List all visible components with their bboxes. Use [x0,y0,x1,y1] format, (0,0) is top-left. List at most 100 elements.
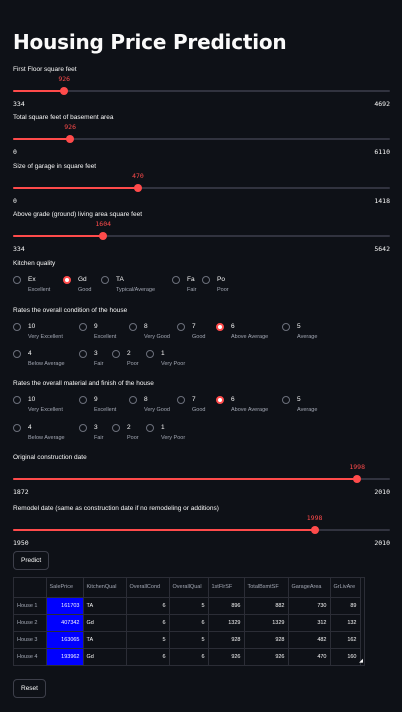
slider-thumb[interactable] [133,184,142,192]
radio-option-overall-condition-3[interactable]: 3 Fair [79,349,103,369]
radio-option-kitchen-quality-gd[interactable]: Gd Good [63,275,91,295]
year-built-slider[interactable]: 1998 1872 2010 [13,460,390,496]
table-column-header[interactable]: OverallCond [126,578,170,598]
radio-option-kitchen-quality-ex[interactable]: Ex Excellent [13,275,50,295]
radio-circle-icon[interactable] [129,396,137,404]
table-cell-saleprice: 161703 [46,597,84,615]
table-column-header[interactable]: KitchenQual [83,578,127,598]
slider-thumb[interactable] [353,475,362,483]
radio-option-overall-condition-5[interactable]: 5 Average [282,322,317,342]
slider-max: 5642 [374,245,390,253]
prediction-table[interactable]: SalePrice KitchenQual OverallCond OverallQu… [13,577,365,666]
radio-option-label: 4 [28,424,32,431]
radio-option-overall-quality-7[interactable]: 7 Good [177,395,205,415]
radio-circle-icon[interactable] [13,276,21,284]
resize-handle-icon[interactable]: ◢ [359,658,363,664]
radio-circle-icon[interactable] [101,276,109,284]
slider-min: 0 [13,148,17,156]
radio-option-caption: Poor [127,361,139,367]
radio-option-overall-condition-2[interactable]: 2 Poor [112,349,139,369]
radio-option-overall-quality-1[interactable]: 1 Very Poor [146,423,185,443]
radio-option-overall-condition-6[interactable]: 6 Above Average [216,322,268,342]
radio-circle-icon[interactable] [79,396,87,404]
radio-option-caption: Above Average [231,407,269,413]
radio-circle-icon[interactable] [79,350,87,358]
radio-option-label: Fa [187,276,195,283]
table-column-header[interactable]: GarageArea [288,578,331,598]
radio-circle-icon[interactable] [79,323,87,331]
radio-option-label: 5 [297,323,301,330]
table-header-row: SalePrice KitchenQual OverallCond OverallQu… [14,578,361,598]
table-column-header[interactable]: TotalBsmtSF [244,578,289,598]
garage-slider[interactable]: 470 0 1418 [13,169,390,205]
radio-circle-icon[interactable] [13,323,21,331]
slider-min: 334 [13,245,25,253]
radio-option-kitchen-quality-po[interactable]: Po Poor [202,275,229,295]
slider-thumb[interactable] [66,135,75,143]
slider-thumb[interactable] [60,87,69,95]
table-column-header[interactable]: SalePrice [46,578,84,598]
radio-option-label: 9 [94,396,98,403]
radio-option-overall-condition-8[interactable]: 8 Very Good [129,322,170,342]
radio-option-caption: Good [192,334,206,340]
slider-track[interactable] [13,90,390,92]
radio-option-overall-condition-7[interactable]: 7 Good [177,322,205,342]
table-column-header[interactable] [14,578,47,598]
radio-option-overall-condition-10[interactable]: 10 Very Excellent [13,322,63,342]
radio-circle-icon[interactable] [202,276,210,284]
radio-option-kitchen-quality-ta[interactable]: TA Typical/Average [101,275,155,295]
table-cell: 6 [126,648,170,665]
reset-button[interactable]: Reset [13,679,46,698]
radio-circle-icon[interactable] [79,424,87,432]
slider-fill [13,138,71,140]
radio-option-overall-quality-5[interactable]: 5 Average [282,395,317,415]
slider-fill [13,187,138,189]
radio-circle-icon[interactable] [112,350,120,358]
radio-circle-icon[interactable] [177,323,185,331]
radio-option-overall-quality-4[interactable]: 4 Below Average [13,423,65,443]
radio-option-kitchen-quality-fa[interactable]: Fa Fair [172,275,196,295]
slider-thumb[interactable] [99,232,108,240]
radio-circle-icon[interactable] [146,424,154,432]
radio-option-caption: Very Poor [161,361,186,367]
radio-option-overall-quality-10[interactable]: 10 Very Excellent [13,395,63,415]
radio-circle-icon[interactable] [282,323,290,331]
radio-option-overall-quality-9[interactable]: 9 Excellent [79,395,116,415]
remodel-slider[interactable]: 1998 1950 2010 [13,511,390,547]
radio-option-overall-condition-9[interactable]: 9 Excellent [79,322,116,342]
radio-circle-icon[interactable] [13,424,21,432]
radio-option-label: 2 [127,424,131,431]
radio-circle-icon[interactable] [63,276,71,284]
radio-option-overall-quality-3[interactable]: 3 Fair [79,423,103,443]
basement-slider[interactable]: 926 0 6110 [13,120,390,156]
table-column-header[interactable]: 1stFlrSF [208,578,245,598]
table-cell-saleprice: 407342 [46,614,84,632]
radio-circle-icon[interactable] [13,396,21,404]
radio-circle-icon[interactable] [112,424,120,432]
table-row-label: House 1 [14,597,47,615]
radio-circle-icon[interactable] [216,396,224,404]
radio-option-overall-quality-2[interactable]: 2 Poor [112,423,139,443]
radio-option-overall-quality-6[interactable]: 6 Above Average [216,395,268,415]
table-cell: 926 [208,648,245,665]
radio-circle-icon[interactable] [13,350,21,358]
first-floor-slider[interactable]: 926 334 4692 [13,72,390,108]
radio-option-caption: Above Average [231,334,269,340]
radio-option-overall-condition-4[interactable]: 4 Below Average [13,349,65,369]
slider-thumb[interactable] [310,526,319,534]
radio-option-overall-condition-1[interactable]: 1 Very Poor [146,349,185,369]
table-column-header[interactable]: GrLivAre [330,578,361,598]
radio-circle-icon[interactable] [282,396,290,404]
radio-circle-icon[interactable] [129,323,137,331]
predict-button[interactable]: Predict [13,551,50,570]
table-column-header[interactable]: OverallQual [169,578,209,598]
living-area-slider[interactable]: 1604 334 5642 [13,217,390,253]
radio-circle-icon[interactable] [172,276,180,284]
radio-circle-icon[interactable] [216,323,224,331]
table-row-label: House 3 [14,631,47,649]
table-cell: 482 [288,631,331,649]
radio-option-label: 8 [144,323,148,330]
radio-circle-icon[interactable] [146,350,154,358]
radio-circle-icon[interactable] [177,396,185,404]
radio-option-overall-quality-8[interactable]: 8 Very Good [129,395,170,415]
